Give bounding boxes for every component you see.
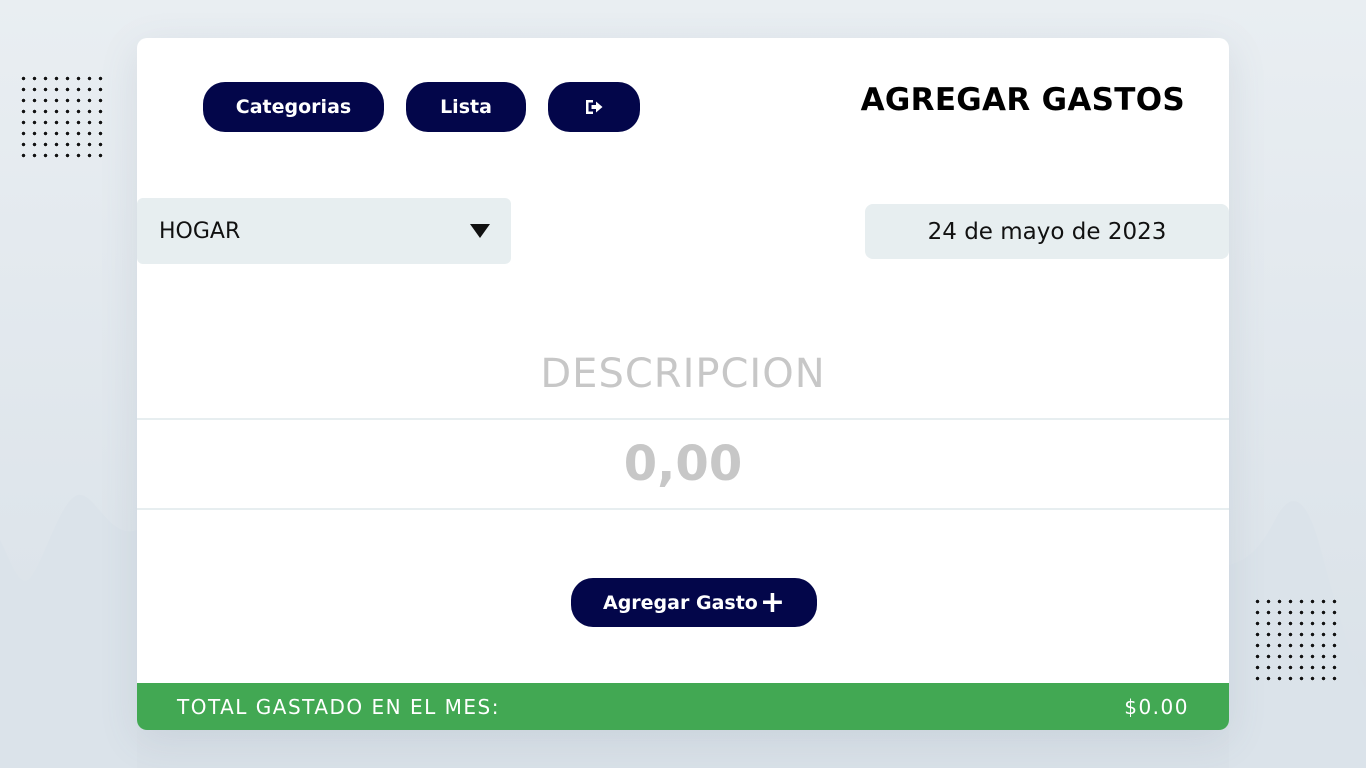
total-label: TOTAL GASTADO EN EL MES: [177,694,500,719]
description-input[interactable] [137,330,1229,420]
expense-card: Categorias Lista AGREGAR GASTOS HOGAR 24… [137,38,1229,730]
date-picker-field[interactable]: 24 de mayo de 2023 [865,204,1229,259]
category-select-value: HOGAR [159,218,241,244]
add-expense-button[interactable]: Agregar Gasto + [571,578,817,627]
category-select[interactable]: HOGAR [137,198,511,264]
caret-down-icon [470,224,490,238]
decorative-dots-top-left [18,73,108,163]
plus-icon: + [759,584,785,620]
total-value: $0.00 [1124,694,1189,719]
decorative-dots-bottom-right [1252,596,1342,686]
monthly-total-bar: TOTAL GASTADO EN EL MES: $0.00 [137,683,1229,730]
logout-icon [586,100,603,114]
categories-button[interactable]: Categorias [203,82,384,132]
page-title: AGREGAR GASTOS [860,82,1185,118]
amount-input[interactable] [137,420,1229,510]
add-expense-button-label: Agregar Gasto [603,591,758,614]
list-button[interactable]: Lista [406,82,526,132]
logout-button[interactable] [548,82,640,132]
